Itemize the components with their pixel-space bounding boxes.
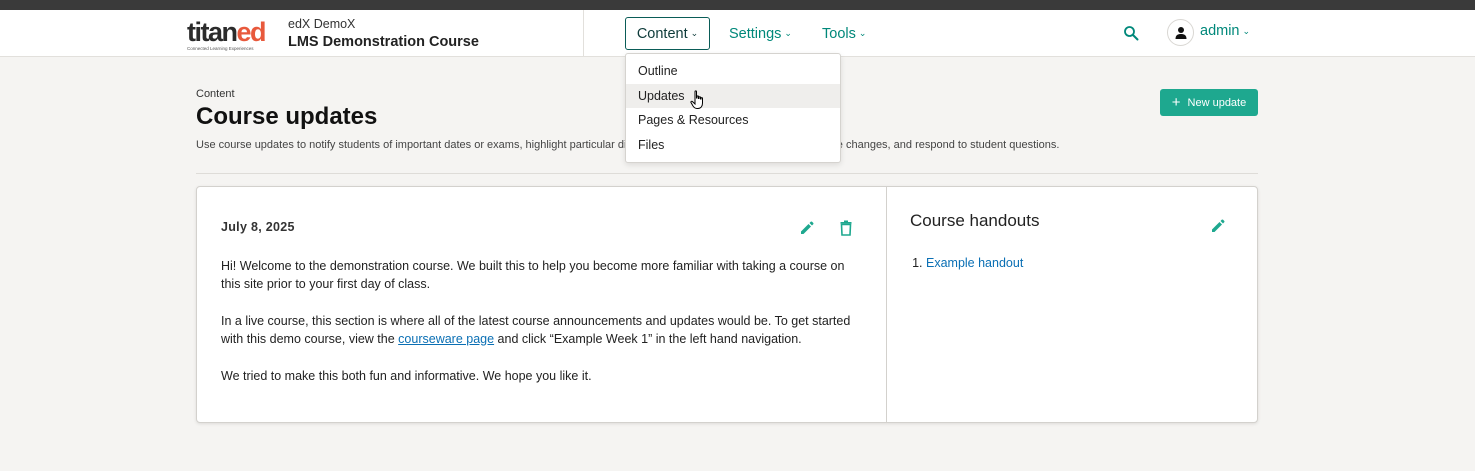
new-update-button[interactable]: + New update — [1160, 89, 1258, 116]
update-paragraph: Hi! Welcome to the demonstration course.… — [221, 259, 845, 291]
app-header: titaned Connected Learning Experiences e… — [0, 10, 1475, 57]
updates-card: July 8, 2025 Hi! Welcome to the demonstr… — [196, 186, 1258, 423]
chevron-down-icon: ⌄ — [690, 28, 699, 38]
course-title: LMS Demonstration Course — [288, 34, 479, 50]
content-menu-label: Content — [636, 25, 688, 42]
tools-menu-label: Tools — [822, 25, 856, 42]
card-divider — [886, 187, 887, 422]
handouts-title: Course handouts — [910, 211, 1040, 230]
update-paragraph: In a live course, this section is where … — [221, 314, 851, 346]
avatar[interactable] — [1167, 19, 1194, 46]
trash-icon[interactable] — [837, 219, 855, 237]
chevron-down-icon: ⌄ — [858, 28, 867, 38]
content-dropdown-menu: Outline Updates Pages & Resources Files — [625, 53, 841, 163]
plus-icon: + — [1171, 94, 1181, 111]
courseware-page-link[interactable]: courseware page — [398, 332, 494, 346]
browser-top-strip — [0, 0, 1475, 10]
handout-link[interactable]: Example handout — [926, 256, 1023, 270]
update-body: Hi! Welcome to the demonstration course.… — [221, 258, 866, 406]
search-icon[interactable] — [1123, 25, 1139, 41]
new-update-label: New update — [1187, 96, 1247, 109]
user-name: admin — [1200, 23, 1240, 39]
section-divider — [196, 173, 1258, 174]
course-org: edX DemoX — [288, 17, 356, 31]
hand-pointer-cursor-icon — [690, 90, 703, 109]
user-icon — [1175, 26, 1186, 39]
menu-item-files[interactable]: Files — [626, 133, 840, 158]
edit-icon[interactable] — [1209, 217, 1227, 235]
menu-item-updates[interactable]: Updates — [626, 83, 840, 108]
page-title: Course updates — [196, 103, 378, 130]
chevron-down-icon: ⌄ — [1242, 25, 1251, 36]
content-menu-button[interactable]: Content ⌄ — [625, 17, 710, 50]
user-menu-button[interactable]: admin ⌄ — [1200, 23, 1250, 39]
header-divider — [583, 10, 584, 56]
breadcrumb: Content — [196, 88, 235, 100]
tools-menu-button[interactable]: Tools ⌄ — [822, 17, 866, 50]
settings-menu-label: Settings — [729, 25, 782, 42]
list-item: Example handout — [926, 256, 1023, 270]
update-date: July 8, 2025 — [221, 220, 295, 234]
settings-menu-button[interactable]: Settings ⌄ — [729, 17, 792, 50]
update-paragraph: We tried to make this both fun and infor… — [221, 369, 592, 383]
menu-item-outline[interactable]: Outline — [626, 59, 840, 84]
logo-text-main: titan — [187, 17, 238, 47]
handouts-list: Example handout — [926, 256, 1023, 270]
logo-text-accent: ed — [236, 17, 267, 47]
menu-item-pages-resources[interactable]: Pages & Resources — [626, 108, 840, 133]
chevron-down-icon: ⌄ — [784, 28, 792, 38]
logo-tagline: Connected Learning Experiences — [187, 46, 254, 51]
titaned-logo[interactable]: titaned Connected Learning Experiences — [187, 15, 271, 55]
edit-icon[interactable] — [798, 219, 816, 237]
